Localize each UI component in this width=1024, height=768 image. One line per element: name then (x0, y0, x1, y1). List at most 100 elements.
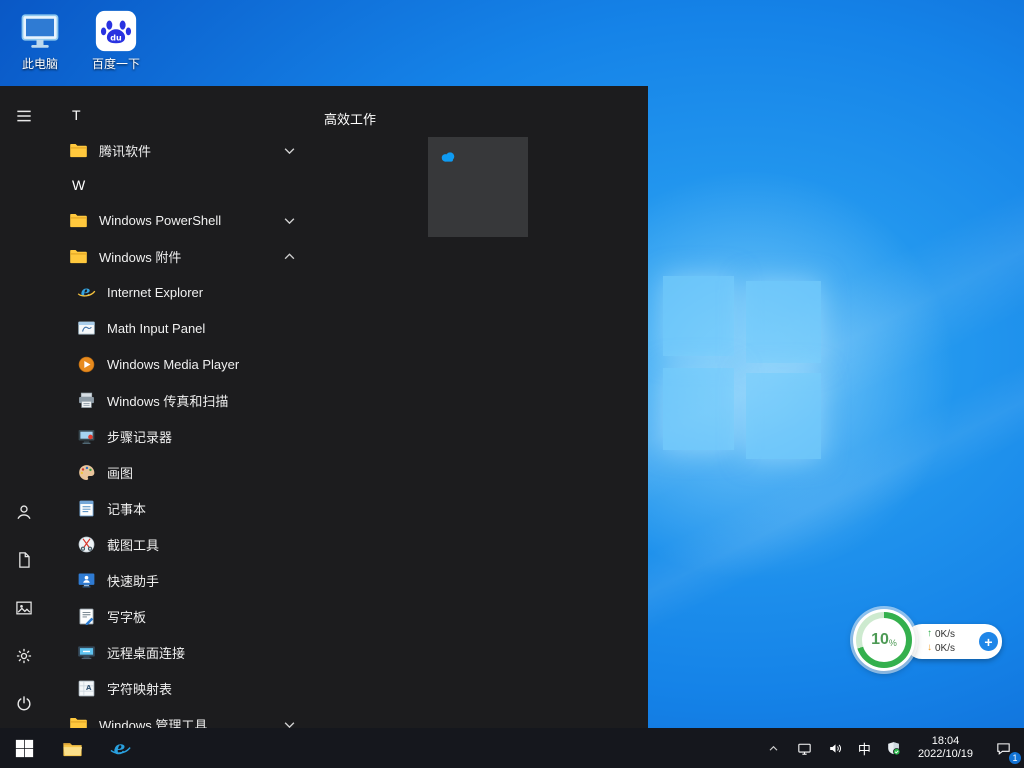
app-label: Windows Media Player (107, 357, 300, 372)
download-arrow-icon: ↓ (927, 643, 932, 653)
app-list-section-header[interactable]: W (48, 168, 310, 202)
taskbar: e 中 18:04 2022/10/19 (0, 728, 1024, 768)
pictures-icon (14, 598, 34, 618)
chevron-down-icon (279, 140, 300, 161)
file-explorer-icon (61, 737, 84, 760)
windows-logo-pane (746, 281, 821, 363)
volume-button[interactable] (820, 728, 851, 768)
clock[interactable]: 18:04 2022/10/19 (909, 728, 982, 768)
rail-settings-button[interactable] (0, 632, 48, 680)
app-label: 快速助手 (107, 571, 300, 590)
app-list-app[interactable]: 写字板 (48, 598, 310, 634)
svg-text:A: A (86, 684, 92, 692)
fax-scan-icon (76, 390, 97, 411)
rail-menu-button[interactable] (0, 92, 48, 140)
math-input-icon (76, 318, 97, 339)
action-center-button[interactable]: 1 (982, 728, 1024, 768)
app-list-folder[interactable]: Windows 附件 (48, 238, 310, 274)
app-label: 记事本 (107, 499, 300, 518)
start-rail (0, 86, 48, 728)
app-label: 远程桌面连接 (107, 643, 300, 662)
add-button[interactable]: + (979, 632, 998, 651)
document-icon (14, 550, 34, 570)
app-list-folder[interactable]: 腾讯软件 (48, 132, 310, 168)
app-list-app[interactable]: 记事本 (48, 490, 310, 526)
section-letter: W (72, 177, 85, 193)
speed-panel: ↑ 0K/s ↓ 0K/s + (905, 624, 1002, 659)
app-list-app[interactable]: 快速助手 (48, 562, 310, 598)
app-label: 步骤记录器 (107, 427, 300, 446)
app-list-app[interactable]: Windows 传真和扫描 (48, 382, 310, 418)
app-list-app[interactable]: 截图工具 (48, 526, 310, 562)
app-label: 写字板 (107, 607, 300, 626)
desktop-icon-baidu[interactable]: du 百度一下 (80, 8, 152, 74)
speed-ball[interactable]: 10 % (853, 609, 915, 671)
app-list-app[interactable]: eInternet Explorer (48, 274, 310, 310)
upload-speed: 0K/s (935, 629, 955, 640)
start-app-list: T 腾讯软件 W Windows PowerShell Windows 附件eInter… (48, 86, 310, 728)
desktop-icon-label: 此电脑 (22, 55, 58, 72)
character-map-icon: A (76, 678, 97, 699)
app-list-folder[interactable]: Windows 管理工具 (48, 706, 310, 728)
internet-explorer-icon: e (76, 282, 97, 303)
app-list-app[interactable]: 远程桌面连接 (48, 634, 310, 670)
hidden-icons-button[interactable] (758, 728, 789, 768)
folder-icon (68, 140, 89, 161)
browser-e-icon: e (109, 737, 132, 760)
svg-text:du: du (110, 33, 122, 42)
app-list-folder[interactable]: Windows PowerShell (48, 202, 310, 238)
app-list-app[interactable]: A 字符映射表 (48, 670, 310, 706)
user-icon (14, 502, 34, 522)
app-label: 腾讯软件 (99, 141, 269, 160)
app-label: 画图 (107, 463, 300, 482)
hamburger-icon (14, 106, 34, 126)
network-button[interactable] (789, 728, 820, 768)
ime-indicator[interactable]: 中 (851, 728, 878, 768)
windows-logo-pane (663, 368, 734, 450)
desktop-icon-label: 百度一下 (92, 55, 140, 72)
notification-badge: 1 (1008, 751, 1022, 765)
app-label: Math Input Panel (107, 321, 300, 336)
app-label: 字符映射表 (107, 679, 300, 698)
wordpad-icon (76, 606, 97, 627)
app-label: Windows 管理工具 (99, 715, 269, 729)
power-icon (14, 694, 34, 714)
app-label: 截图工具 (107, 535, 300, 554)
system-tray: 中 18:04 2022/10/19 1 (758, 728, 1024, 768)
rail-user-button[interactable] (0, 488, 48, 536)
desktop-icons: 此电脑 du 百度一下 (4, 8, 152, 74)
rail-top (0, 86, 48, 140)
start-tile-area: 高效工作 (324, 86, 634, 728)
notepad-icon (76, 498, 97, 519)
desktop-icon-this-pc[interactable]: 此电脑 (4, 8, 76, 74)
steps-recorder-icon (76, 426, 97, 447)
memory-percent: 10 (871, 631, 889, 649)
app-list-app[interactable]: Windows Media Player (48, 346, 310, 382)
tray-date: 2022/10/19 (918, 748, 973, 761)
rail-pictures-button[interactable] (0, 584, 48, 632)
shield-check-icon (885, 740, 902, 757)
folder-icon (68, 210, 89, 231)
chevron-up-icon (279, 246, 300, 267)
app-list-app[interactable]: 画图 (48, 454, 310, 490)
tile-group-title[interactable]: 高效工作 (324, 109, 376, 128)
file-explorer-button[interactable] (48, 728, 96, 768)
section-letter: T (72, 107, 81, 123)
tray-time: 18:04 (932, 735, 960, 748)
tile-onedrive[interactable] (428, 137, 528, 237)
folder-icon (68, 714, 89, 729)
browser-button[interactable]: e (96, 728, 144, 768)
volume-icon (827, 740, 844, 757)
defender-button[interactable] (878, 728, 909, 768)
app-list-app[interactable]: 步骤记录器 (48, 418, 310, 454)
rail-power-button[interactable] (0, 680, 48, 728)
app-label: Windows PowerShell (99, 213, 269, 228)
rail-documents-button[interactable] (0, 536, 48, 584)
windows-logo-icon (13, 737, 36, 760)
app-list-section-header[interactable]: T (48, 98, 310, 132)
start-button[interactable] (0, 728, 48, 768)
cloud-icon (438, 147, 458, 167)
app-list-app[interactable]: Math Input Panel (48, 310, 310, 346)
start-menu: T 腾讯软件 W Windows PowerShell Windows 附件eInter… (0, 86, 648, 728)
ime-label: 中 (858, 739, 871, 758)
